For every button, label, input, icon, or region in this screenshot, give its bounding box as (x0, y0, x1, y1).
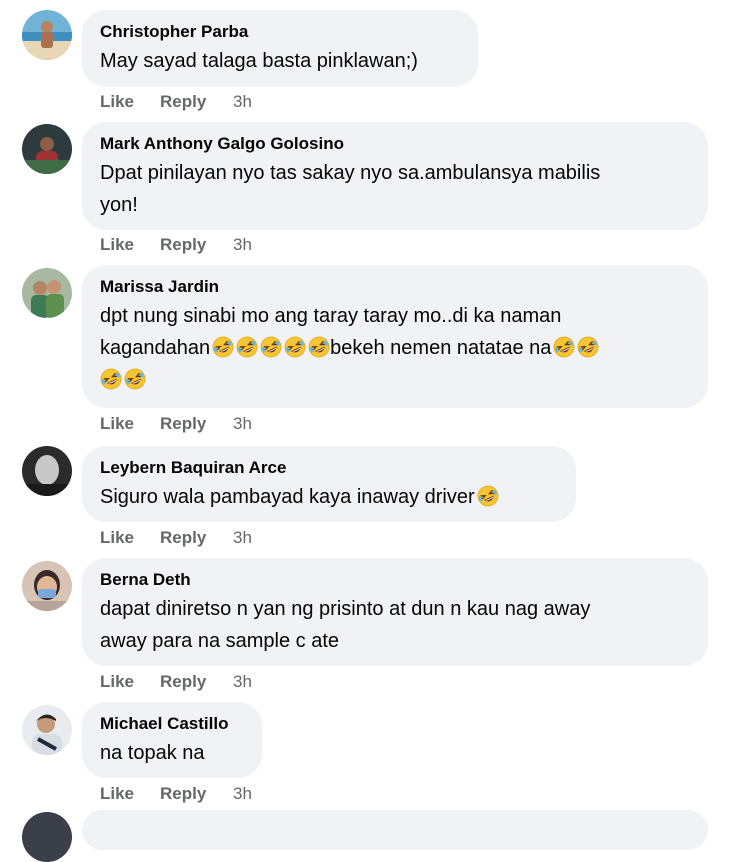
laughing-emoji-icon (212, 336, 234, 358)
reply-button[interactable]: Reply (160, 783, 206, 805)
comment-bubble: Christopher Parba May sayad talaga basta… (82, 10, 478, 87)
comment-text-segment: bekeh nemen natatae na (330, 337, 552, 359)
like-button[interactable]: Like (100, 91, 134, 113)
laughing-emoji-icon (284, 336, 306, 358)
comment-author[interactable]: Michael Castillo (100, 713, 244, 735)
comment-bubble: Mark Anthony Galgo Golosino Dpat pinilay… (82, 122, 708, 230)
comment-timestamp[interactable]: 3h (233, 413, 252, 435)
avatar[interactable] (22, 10, 72, 60)
laughing-emoji-icon (477, 485, 499, 507)
laughing-emoji-icon (553, 336, 575, 358)
reply-button[interactable]: Reply (160, 671, 206, 693)
comment-author[interactable]: Christopher Parba (100, 21, 460, 43)
comment-bubble: Berna Deth dapat diniretso n yan ng pris… (82, 558, 708, 666)
reply-button[interactable]: Reply (160, 527, 206, 549)
comment-text-line: Dpat pinilayan nyo tas sakay nyo sa.ambu… (100, 162, 601, 184)
like-button[interactable]: Like (100, 413, 134, 435)
comment-text-line: dpt nung sinabi mo ang taray taray mo..d… (100, 305, 562, 327)
like-button[interactable]: Like (100, 671, 134, 693)
comment-text-segment: Siguro wala pambayad kaya inaway driver (100, 486, 475, 508)
laughing-emoji-icon (308, 336, 330, 358)
comment-timestamp[interactable]: 3h (233, 671, 252, 693)
comment-text-segment: kagandahan (100, 337, 211, 359)
comment-text-line: away para na sample c ate (100, 630, 340, 652)
comment-text: na topak na (100, 742, 205, 764)
avatar[interactable] (22, 268, 72, 318)
comment-timestamp[interactable]: 3h (233, 234, 252, 256)
comment-author[interactable]: Marissa Jardin (100, 276, 690, 298)
comment-bubble (82, 810, 708, 850)
comment-author[interactable]: Berna Deth (100, 569, 690, 591)
laughing-emoji-icon (260, 336, 282, 358)
comment-author[interactable]: Leybern Baquiran Arce (100, 457, 558, 479)
reply-button[interactable]: Reply (160, 91, 206, 113)
comment-bubble: Michael Castillo na topak na (82, 702, 262, 778)
laughing-emoji-icon (124, 368, 146, 390)
comment-text: dapat diniretso n yan ng prisinto at dun… (100, 593, 690, 657)
comment-text-line: dapat diniretso n yan ng prisinto at dun… (100, 598, 591, 620)
comment-author[interactable]: Mark Anthony Galgo Golosino (100, 133, 690, 155)
comment-text: May sayad talaga basta pinklawan;) (100, 50, 418, 72)
comment-bubble: Marissa Jardin dpt nung sinabi mo ang ta… (82, 265, 708, 408)
like-button[interactable]: Like (100, 234, 134, 256)
comment-text-line: yon! (100, 194, 138, 216)
reply-button[interactable]: Reply (160, 413, 206, 435)
avatar[interactable] (22, 812, 72, 862)
avatar[interactable] (22, 705, 72, 755)
comment-text: Dpat pinilayan nyo tas sakay nyo sa.ambu… (100, 157, 690, 221)
comment-text: Siguro wala pambayad kaya inaway driver (100, 481, 558, 513)
comment-bubble: Leybern Baquiran Arce Siguro wala pambay… (82, 446, 576, 522)
like-button[interactable]: Like (100, 783, 134, 805)
comment-timestamp[interactable]: 3h (233, 91, 252, 113)
comment-timestamp[interactable]: 3h (233, 527, 252, 549)
laughing-emoji-icon (100, 368, 122, 390)
comment-text: dpt nung sinabi mo ang taray taray mo..d… (100, 300, 690, 396)
like-button[interactable]: Like (100, 527, 134, 549)
reply-button[interactable]: Reply (160, 234, 206, 256)
laughing-emoji-icon (236, 336, 258, 358)
comment-timestamp[interactable]: 3h (233, 783, 252, 805)
avatar[interactable] (22, 561, 72, 611)
laughing-emoji-icon (577, 336, 599, 358)
avatar[interactable] (22, 124, 72, 174)
avatar[interactable] (22, 446, 72, 496)
